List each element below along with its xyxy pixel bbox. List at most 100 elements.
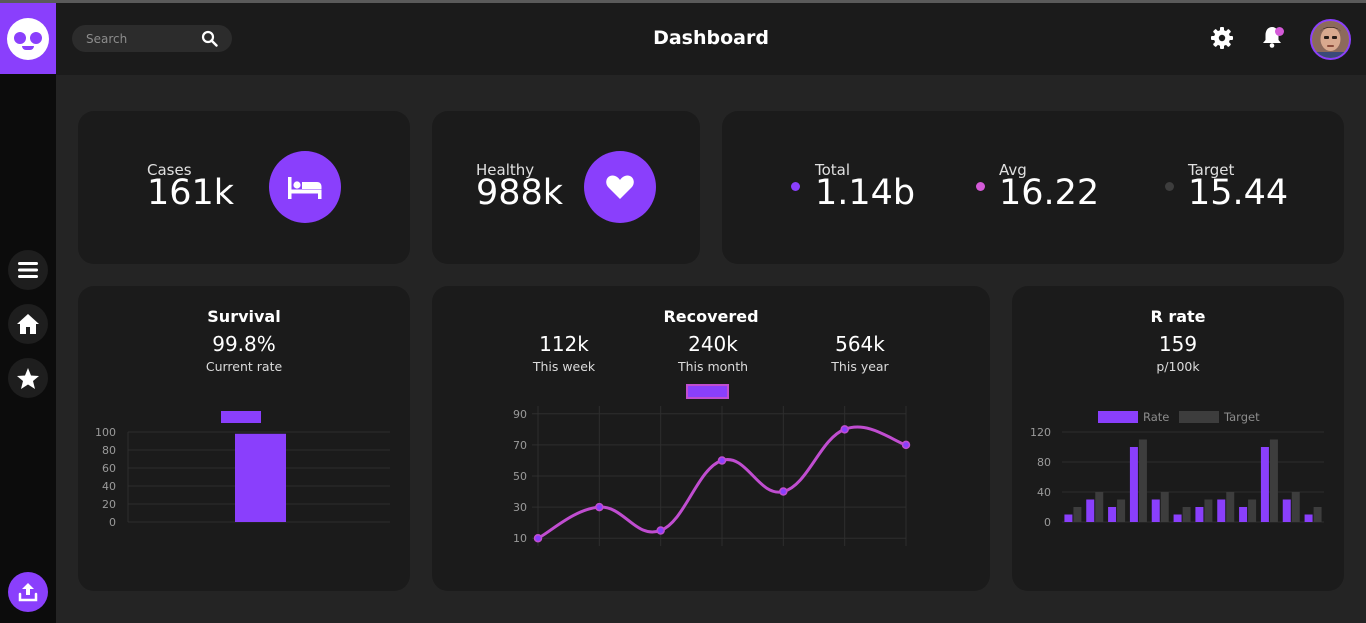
legend-swatch (221, 411, 261, 423)
notification-badge (1275, 27, 1284, 36)
data-point (717, 456, 727, 465)
legend-swatch (686, 384, 729, 399)
y-tick-label: 40 (102, 480, 116, 493)
gear-icon[interactable] (1210, 26, 1234, 50)
upload-icon (18, 583, 38, 602)
cases-card: Cases 161k (78, 111, 410, 264)
y-tick-label: 0 (109, 516, 116, 529)
bar (1173, 514, 1182, 522)
top-bar: Dashboard (56, 3, 1366, 75)
year-label: This year (831, 359, 889, 374)
month-value: 240k (688, 332, 738, 356)
home-icon (17, 314, 39, 334)
bar (1095, 492, 1104, 522)
cases-value: 161k (147, 173, 235, 213)
y-tick-label: 50 (513, 470, 527, 483)
healthy-icon-badge (584, 151, 656, 223)
target-dot (1165, 182, 1174, 191)
star-icon (17, 367, 39, 389)
bed-icon (288, 177, 322, 199)
summary-card: Total 1.14b Avg 16.22 Target 15.44 (722, 111, 1344, 264)
bar (1313, 507, 1322, 522)
data-point (901, 440, 911, 450)
home-button[interactable] (8, 304, 48, 344)
y-tick-label: 100 (95, 426, 116, 439)
rrate-value: 159 (1158, 332, 1198, 356)
data-point (656, 526, 665, 535)
bar (1269, 439, 1278, 522)
rrate-title: R rate (1150, 307, 1206, 326)
y-tick-label: 70 (513, 439, 527, 452)
recovered-title: Recovered (663, 307, 759, 326)
user-photo (1312, 21, 1349, 58)
bar (1282, 499, 1291, 522)
year-value: 564k (835, 332, 885, 356)
legend-label: Target (1223, 410, 1260, 424)
y-tick-label: 10 (513, 532, 527, 545)
data-point (533, 533, 543, 543)
legend-swatch (1098, 411, 1138, 423)
survival-value: 99.8% (212, 332, 276, 356)
y-tick-label: 30 (513, 501, 527, 514)
y-tick-label: 0 (1044, 516, 1051, 529)
bar (1073, 507, 1082, 522)
rrate-chart: 0 40 80 120 Rate Target (1030, 410, 1324, 529)
robot-face-icon (7, 17, 49, 60)
y-tick-label: 120 (1030, 426, 1051, 439)
bar (1138, 439, 1147, 522)
bar (1064, 514, 1073, 522)
total-value: 1.14b (815, 173, 916, 213)
bar (1260, 447, 1269, 522)
survival-sub: Current rate (205, 359, 283, 374)
data-point (840, 425, 849, 434)
rrate-sub: p/100k (1156, 359, 1200, 374)
bar (1217, 499, 1226, 522)
bar (1086, 499, 1095, 522)
app-logo[interactable] (0, 3, 56, 74)
recovered-card: Recovered 112k This week 240k This month… (432, 286, 990, 591)
bar (1204, 499, 1213, 522)
avg-value: 16.22 (999, 173, 1100, 213)
y-tick-label: 60 (102, 462, 116, 475)
data-point (595, 502, 604, 512)
bar (1129, 447, 1138, 522)
upload-button[interactable] (8, 572, 48, 612)
y-tick-label: 80 (102, 444, 116, 457)
survival-chart: 0 20 40 60 80 100 (95, 411, 390, 529)
avg-dot (976, 182, 985, 191)
y-tick-label: 20 (102, 498, 116, 511)
month-label: This month (677, 359, 749, 374)
healthy-card: Healthy 988k (432, 111, 700, 264)
bar (1117, 499, 1126, 522)
target-value: 15.44 (1188, 173, 1289, 213)
cases-icon-badge (269, 151, 341, 223)
heart-icon (606, 175, 634, 199)
recovered-chart: 10 30 50 70 90 (513, 384, 911, 546)
bar (235, 433, 286, 522)
user-avatar[interactable] (1310, 19, 1351, 60)
bar (1304, 514, 1313, 522)
favorites-button[interactable] (8, 358, 48, 398)
menu-button[interactable] (8, 250, 48, 290)
bar (1151, 499, 1160, 522)
bar (1195, 507, 1204, 522)
bar (1108, 507, 1117, 522)
legend-label: Rate (1143, 410, 1169, 424)
survival-title: Survival (207, 307, 281, 326)
notifications-button[interactable] (1260, 25, 1284, 53)
data-point (779, 487, 788, 496)
total-dot (791, 182, 800, 191)
bar (1226, 492, 1235, 522)
hamburger-menu-icon (18, 262, 38, 278)
bar (1182, 507, 1191, 522)
week-label: This week (532, 359, 596, 374)
rrate-card: R rate 159 p/100k 0 40 80 120 Rate Target (1012, 286, 1344, 591)
survival-card: Survival 99.8% Current rate 0 20 40 60 80 100 (78, 286, 410, 591)
page-title: Dashboard (653, 27, 769, 49)
healthy-value: 988k (476, 173, 564, 213)
week-value: 112k (539, 332, 589, 356)
bar (1291, 492, 1300, 522)
sidebar (0, 3, 56, 623)
legend-swatch (1179, 411, 1219, 423)
bar (1248, 499, 1257, 522)
